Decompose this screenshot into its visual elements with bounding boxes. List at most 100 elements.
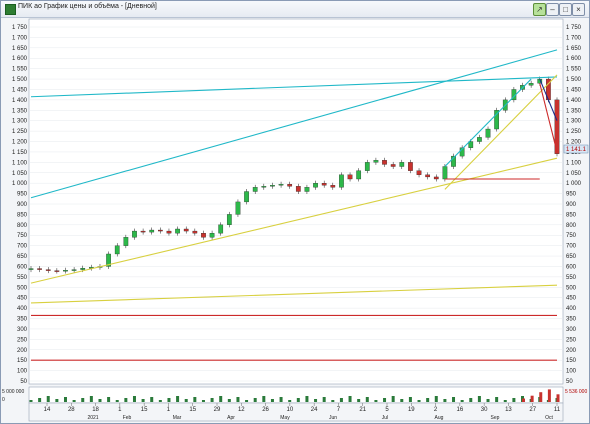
price-tick-right: 450 xyxy=(566,296,577,302)
time-month-label: Mar xyxy=(173,415,182,421)
candle-body xyxy=(330,185,336,188)
time-tick-label: 14 xyxy=(44,407,51,413)
candle-body xyxy=(132,230,137,238)
volume-spike-bar xyxy=(530,395,534,402)
volume-bar xyxy=(176,396,180,402)
price-tick-left: 1 400 xyxy=(12,98,28,104)
candle-body xyxy=(425,174,431,178)
price-tick-left: 950 xyxy=(17,192,28,198)
price-chart[interactable]: 1 750 1 700 1 650 1 600 1 550 1 500 1 450 1 400… xyxy=(1,1,589,423)
price-tick-left: 750 xyxy=(17,233,28,239)
price-tick-left: 1 050 xyxy=(12,171,28,177)
price-tick-right: 1 300 xyxy=(566,119,582,125)
time-month-label: May xyxy=(280,415,290,421)
volume-bar xyxy=(55,399,59,402)
volume-bar xyxy=(98,399,102,402)
candle-body xyxy=(442,166,448,180)
price-tick-right: 1 050 xyxy=(566,171,582,177)
time-month-label: Feb xyxy=(123,415,132,421)
volume-bar xyxy=(72,400,76,402)
volume-bar xyxy=(167,398,171,402)
candle-body xyxy=(339,174,344,188)
time-month-label: Sep xyxy=(491,415,500,421)
candle-body xyxy=(123,237,129,246)
volume-bar xyxy=(408,397,412,402)
volume-spike-bar xyxy=(556,394,560,402)
price-tick-left: 700 xyxy=(17,244,28,250)
time-tick-label: 26 xyxy=(262,407,269,413)
volume-bar xyxy=(305,396,309,402)
price-tick-left: 500 xyxy=(17,285,28,291)
price-tick-right: 550 xyxy=(566,275,577,281)
price-tick-left: 550 xyxy=(17,275,28,281)
candle-body xyxy=(226,214,232,225)
volume-bar xyxy=(296,398,300,402)
candle-body xyxy=(71,269,77,271)
volume-bar xyxy=(348,396,352,402)
candle-body xyxy=(140,230,146,233)
candle-body xyxy=(37,268,42,270)
price-tick-right: 1 650 xyxy=(566,46,582,52)
time-month-label: 2021 xyxy=(87,415,98,421)
price-tick-right: 1 700 xyxy=(566,35,582,41)
candle-body xyxy=(80,267,86,270)
volume-bar xyxy=(262,396,266,402)
price-tick-left: 1 450 xyxy=(12,87,28,93)
candle-body xyxy=(321,183,327,186)
candle-body xyxy=(244,191,249,203)
volume-bar xyxy=(81,398,85,402)
candle-body xyxy=(408,162,413,171)
time-tick-label: 11 xyxy=(554,407,561,413)
candle-body xyxy=(416,170,422,175)
volume-bar xyxy=(253,398,257,402)
candle-body xyxy=(356,170,362,180)
volume-bar xyxy=(63,397,67,402)
volume-bar xyxy=(460,400,464,402)
price-tick-left: 400 xyxy=(17,306,28,312)
time-tick-label: 15 xyxy=(141,407,148,413)
chart-window: ПИК ао График цены и объёма - [Дневной] … xyxy=(0,0,590,424)
price-tick-left: 1 000 xyxy=(12,181,28,187)
candle-body xyxy=(295,186,301,192)
time-tick-label: 28 xyxy=(68,407,75,413)
candle-body xyxy=(45,269,51,271)
price-tick-right: 900 xyxy=(566,202,577,208)
candle-body xyxy=(192,230,198,234)
volume-bar xyxy=(357,399,361,402)
price-tick-right: 1 750 xyxy=(566,25,582,31)
volume-bar xyxy=(141,399,145,402)
volume-bar xyxy=(38,398,42,402)
time-tick-label: 18 xyxy=(92,407,99,413)
volume-bar xyxy=(150,397,154,402)
price-tick-left: 850 xyxy=(17,212,28,218)
volume-bar xyxy=(46,396,50,402)
price-tick-left: 1 250 xyxy=(12,129,28,135)
volume-bar xyxy=(29,400,33,402)
price-tick-left: 800 xyxy=(17,223,28,229)
price-tick-left: 1 650 xyxy=(12,46,28,52)
candle-body xyxy=(252,187,258,192)
volume-spike-bar xyxy=(547,389,551,402)
volume-bar xyxy=(374,400,378,402)
candle-body xyxy=(287,184,293,187)
price-tick-right: 950 xyxy=(566,192,577,198)
volume-bar xyxy=(193,397,197,402)
price-tick-right: 1 000 xyxy=(566,181,582,187)
price-tick-right: 200 xyxy=(566,348,577,354)
price-tick-left: 1 750 xyxy=(12,25,28,31)
volume-bar xyxy=(322,397,326,402)
price-tick-left: 1 500 xyxy=(12,77,28,83)
price-tick-right: 300 xyxy=(566,327,577,333)
volume-bar xyxy=(288,400,292,402)
candle-body xyxy=(183,228,189,232)
price-tick-left: 1 200 xyxy=(12,140,28,146)
candle-body xyxy=(477,137,482,142)
price-tick-left: 50 xyxy=(20,379,27,385)
volume-bar xyxy=(279,397,283,402)
volume-bar xyxy=(426,398,430,402)
candle-body xyxy=(114,245,120,255)
volume-bar xyxy=(236,397,240,402)
volume-bar xyxy=(331,400,335,402)
price-tick-left: 1 150 xyxy=(12,150,28,156)
time-month-label: Apr xyxy=(227,415,235,421)
